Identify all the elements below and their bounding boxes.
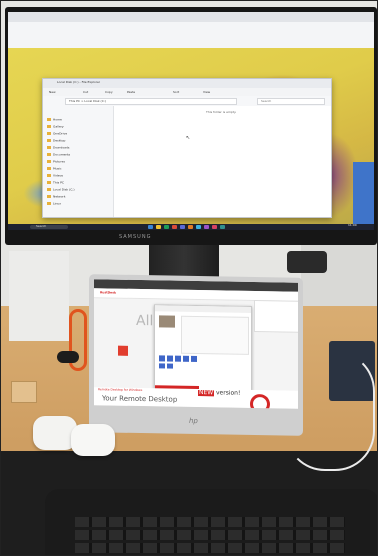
keyboard-keys	[75, 517, 345, 555]
sidebar-item-label: Linux	[53, 201, 62, 206]
sidebar-item[interactable]: This PC	[47, 172, 64, 185]
photo-frame: Local Disk (C:) - File Explorer New Cut …	[0, 0, 378, 556]
explorer-copy-button[interactable]: Copy	[105, 91, 113, 94]
dialog-blue-buttons	[159, 355, 199, 363]
taskbar-app-icon[interactable]	[204, 225, 209, 229]
dialog-header	[155, 305, 251, 313]
monitor-screen: Local Disk (C:) - File Explorer New Cut …	[8, 12, 374, 230]
taskbar-app-icon[interactable]	[172, 225, 177, 229]
browser-tab-strip	[8, 12, 374, 22]
sidebar-item[interactable]: OneDrive	[47, 123, 67, 136]
taskbar-app-icon[interactable]	[188, 225, 193, 229]
taskbar-search-label: Search	[36, 224, 47, 228]
map-water	[353, 162, 374, 230]
explorer-view-button[interactable]: View	[203, 91, 210, 94]
windows-taskbar: Search 11:00	[8, 224, 374, 230]
tablet-app-name: RustDesk	[100, 290, 116, 295]
explorer-address-text: This PC > Local Disk (C:)	[69, 99, 106, 103]
earbud-case-2	[71, 424, 115, 456]
taskbar-search-box[interactable]: Search	[30, 225, 68, 229]
explorer-new-button[interactable]: New	[49, 91, 56, 94]
windows-logo-tile	[118, 345, 128, 356]
explorer-title: Local Disk (C:) - File Explorer	[57, 80, 101, 84]
white-cable	[285, 351, 375, 471]
mouse-cursor-icon: ↖	[186, 135, 191, 141]
explorer-toolbar: New Cut Copy Paste Sort View	[43, 88, 331, 96]
white-box	[9, 251, 69, 341]
taskbar-app-icon[interactable]	[156, 225, 161, 229]
sidebar-item[interactable]: Desktop	[47, 130, 65, 143]
explorer-empty-message: This folder is empty.	[206, 110, 237, 114]
explorer-search-placeholder: Search	[261, 99, 272, 103]
tablet-screen: RustDesk All I Remote Desktop for Window…	[94, 279, 298, 409]
dialog-list	[181, 315, 249, 355]
taskbar-app-icon[interactable]	[180, 225, 185, 229]
black-puck	[57, 351, 79, 363]
tablet: RustDesk All I Remote Desktop for Window…	[89, 274, 303, 436]
monitor-arm	[287, 251, 327, 273]
explorer-titlebar: Local Disk (C:) - File Explorer	[43, 79, 331, 88]
sidebar-item[interactable]: Home	[47, 109, 62, 122]
taskbar-app-icon[interactable]	[164, 225, 169, 229]
sidebar-item[interactable]: Gallery	[47, 116, 64, 129]
banner-main-text: Your Remote Desktop	[102, 394, 178, 404]
tablet-dialog	[154, 304, 252, 394]
sidebar-item[interactable]: Downloads	[47, 137, 69, 150]
folder-icon	[47, 202, 51, 205]
explorer-sort-button[interactable]: Sort	[173, 91, 179, 94]
sidebar-item[interactable]: Linux	[47, 193, 61, 206]
explorer-sidebar: Home Gallery OneDrive Desktop Downloads Docum…	[43, 106, 114, 217]
explorer-paste-button[interactable]: Paste	[127, 91, 135, 94]
banner-new-badge: NEW	[198, 389, 215, 397]
explorer-content-pane: This folder is empty. ↖	[114, 106, 331, 217]
taskbar-app-icon[interactable]	[196, 225, 201, 229]
explorer-cut-button[interactable]: Cut	[83, 91, 88, 94]
explorer-address-bar[interactable]: This PC > Local Disk (C:)	[65, 98, 237, 105]
file-explorer-window: Local Disk (C:) - File Explorer New Cut …	[42, 78, 332, 218]
banner-left-text: Remote Desktop for Windows	[98, 387, 143, 393]
banner-version-text: version!	[216, 389, 241, 397]
explorer-search-box[interactable]: Search	[257, 98, 325, 105]
taskbar-time: 11:00	[348, 223, 357, 227]
wooden-block	[11, 381, 37, 403]
taskbar-app-icon[interactable]	[148, 225, 153, 229]
tablet-side-panel	[254, 300, 298, 333]
monitor: Local Disk (C:) - File Explorer New Cut …	[5, 7, 377, 245]
sidebar-item[interactable]: Local Disk (C:)	[47, 179, 75, 192]
taskbar-app-icon[interactable]	[212, 225, 217, 229]
keyboard: logitech	[45, 489, 377, 555]
sidebar-item[interactable]: Network	[47, 186, 66, 199]
monitor-brand: SAMSUNG	[119, 234, 152, 240]
sidebar-item[interactable]: Videos	[47, 165, 63, 178]
dialog-thumbnail	[159, 315, 175, 328]
taskbar-app-icon[interactable]	[220, 225, 225, 229]
sidebar-item[interactable]: Pictures	[47, 151, 65, 164]
banner-red-arc	[250, 393, 270, 409]
tablet-banner: Remote Desktop for Windows Your Remote D…	[94, 387, 298, 409]
sidebar-item[interactable]: Documents	[47, 144, 70, 157]
sidebar-item[interactable]: Music	[47, 158, 62, 171]
dialog-blue-buttons-row2	[159, 363, 175, 369]
tablet-brand-logo: hp	[189, 416, 198, 426]
